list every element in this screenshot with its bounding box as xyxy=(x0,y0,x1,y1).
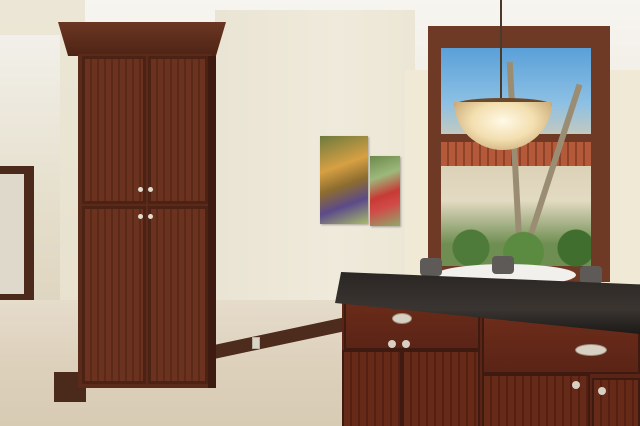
wall-painting-cherries xyxy=(370,156,400,226)
island-knob xyxy=(598,387,606,395)
dining-chair xyxy=(420,258,442,276)
dining-chair xyxy=(580,266,602,284)
cabinet-crown-molding xyxy=(58,22,226,56)
wall-painting-fruit xyxy=(320,136,368,224)
pendant-chain xyxy=(500,0,502,104)
hallway-door xyxy=(0,174,24,294)
island-door xyxy=(592,378,640,426)
cabinet-knob xyxy=(148,214,153,219)
wall-outlet xyxy=(252,337,260,349)
cabinet-knob xyxy=(138,214,143,219)
cabinet-door-upper-right xyxy=(148,56,208,204)
drawer-pull xyxy=(392,313,412,324)
island-door xyxy=(342,350,402,426)
cabinet-door-lower-left xyxy=(82,206,146,384)
cabinet-door-lower-right xyxy=(148,206,208,384)
island-knob xyxy=(572,381,580,389)
dining-chair xyxy=(492,256,514,274)
drawer-pull xyxy=(575,344,607,356)
kitchen-photo xyxy=(0,0,640,426)
island-knob xyxy=(402,340,410,348)
cabinet-knob xyxy=(138,187,143,192)
cabinet-door-upper-left xyxy=(82,56,146,204)
island-door xyxy=(402,350,480,426)
tall-pantry-cabinet xyxy=(58,22,226,390)
cabinet-knob xyxy=(148,187,153,192)
island-knob xyxy=(388,340,396,348)
cabinet-side xyxy=(208,56,216,388)
